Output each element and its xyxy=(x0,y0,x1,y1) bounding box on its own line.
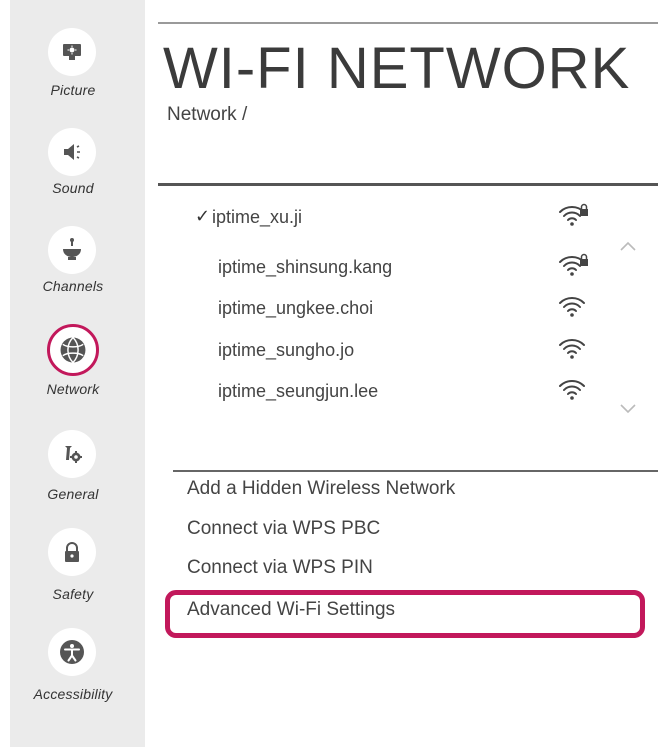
list-item[interactable]: iptime_sungho.jo xyxy=(145,331,605,371)
wifi-icon xyxy=(559,297,585,317)
advanced-wifi-settings-option[interactable]: Advanced Wi-Fi Settings xyxy=(187,599,395,621)
page-title: WI-FI NETWORK xyxy=(163,36,631,101)
wifi-icon xyxy=(559,339,585,359)
wifi-lock-icon xyxy=(559,253,588,276)
sidebar-item-network[interactable]: Network xyxy=(10,324,145,425)
sidebar-item-accessibility[interactable]: Accessibility xyxy=(10,628,145,728)
sidebar-item-label: Network xyxy=(46,381,100,397)
add-hidden-network-option[interactable]: Add a Hidden Wireless Network xyxy=(187,478,455,500)
speaker-icon xyxy=(48,128,96,176)
network-name: iptime_shinsung.kang xyxy=(218,257,393,277)
sidebar-item-general[interactable]: General xyxy=(10,430,145,530)
list-item[interactable]: iptime_seungjun.lee xyxy=(145,372,605,412)
sidebar-item-label: Sound xyxy=(52,180,94,196)
sidebar-item-sound[interactable]: Sound xyxy=(10,128,145,228)
antenna-icon xyxy=(48,226,96,274)
network-name: iptime_sungho.jo xyxy=(218,340,355,360)
network-name: iptime_ungkee.choi xyxy=(218,298,374,318)
picture-icon xyxy=(48,28,96,76)
sidebar-item-label: General xyxy=(47,486,99,502)
sidebar-item-label: Accessibility xyxy=(33,686,113,702)
globe-icon xyxy=(47,324,99,376)
wps-pbc-option[interactable]: Connect via WPS PBC xyxy=(187,518,380,540)
list-item[interactable]: iptime_ungkee.choi xyxy=(145,289,605,329)
settings-sidebar: Picture Sound Channels Network General S… xyxy=(10,0,145,747)
lock-icon xyxy=(48,528,96,576)
chevron-down-icon[interactable] xyxy=(615,399,641,419)
sidebar-item-safety[interactable]: Safety xyxy=(10,528,145,628)
sidebar-item-channels[interactable]: Channels xyxy=(10,226,145,326)
list-item[interactable]: ✓ iptime_xu.ji xyxy=(145,198,605,238)
sidebar-item-label: Picture xyxy=(50,82,96,98)
sidebar-item-label: Channels xyxy=(42,278,104,294)
chevron-up-icon[interactable] xyxy=(615,236,641,256)
network-list: ✓ iptime_xu.ji iptime_shinsung.kang ipti… xyxy=(145,186,658,436)
sidebar-item-picture[interactable]: Picture xyxy=(10,28,145,128)
check-icon: ✓ xyxy=(195,206,211,226)
tools-icon xyxy=(48,430,96,478)
sidebar-item-label: Safety xyxy=(52,586,94,602)
network-name: iptime_xu.ji xyxy=(212,207,303,227)
network-name: iptime_seungjun.lee xyxy=(218,381,379,401)
divider xyxy=(158,22,658,24)
accessibility-icon xyxy=(48,628,96,676)
divider xyxy=(173,470,658,472)
list-item[interactable]: iptime_shinsung.kang xyxy=(145,248,605,288)
wifi-lock-icon xyxy=(559,203,588,226)
wifi-icon xyxy=(559,380,585,400)
wps-pin-option[interactable]: Connect via WPS PIN xyxy=(187,557,373,579)
wifi-network-panel: WI-FI NETWORK Network / ✓ iptime_xu.ji i… xyxy=(145,0,658,747)
breadcrumb: Network / xyxy=(167,104,248,125)
